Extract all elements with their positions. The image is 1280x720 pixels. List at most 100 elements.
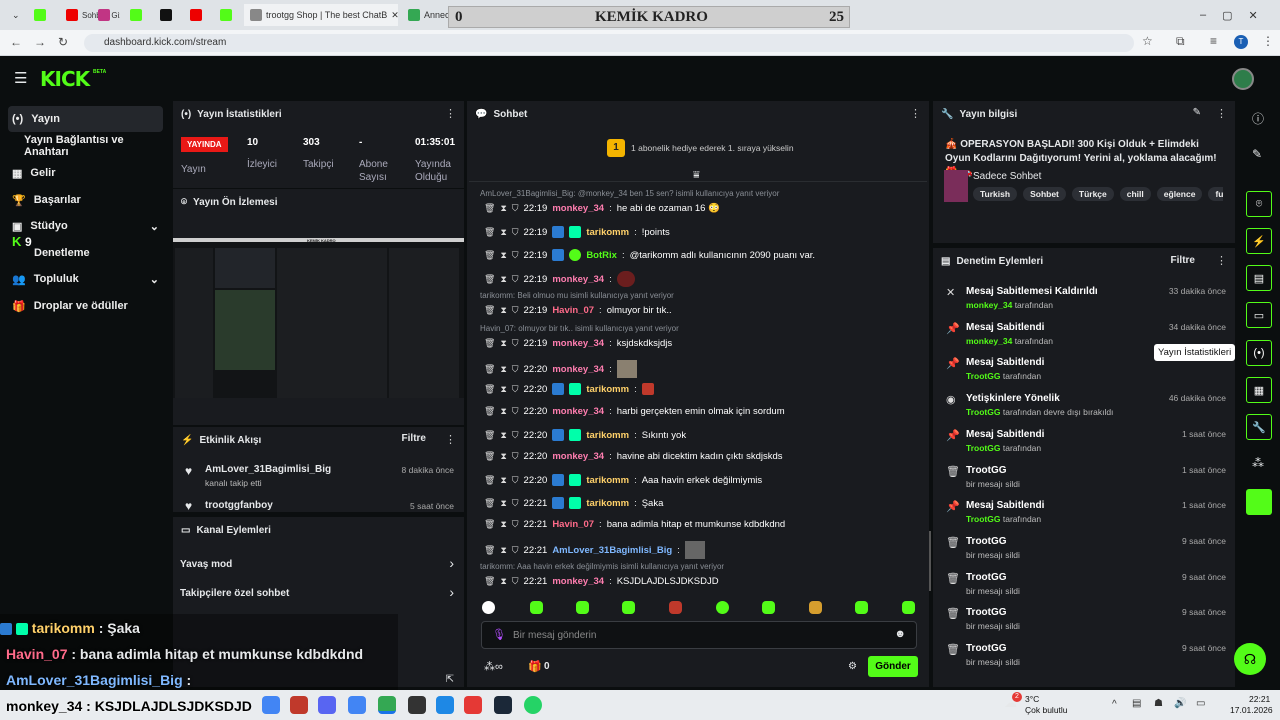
chat-message[interactable]: 🗑 ⧗ ⛉ 22:20 tarikomm: Sıkıntı yok: [484, 429, 686, 441]
emote-icon[interactable]: [902, 601, 915, 614]
ban-icon[interactable]: ⛉: [512, 250, 519, 261]
edit-pencil-icon[interactable]: ✎: [1252, 147, 1262, 161]
maximize-button[interactable]: ▢: [1222, 9, 1232, 22]
close-icon[interactable]: ✕: [391, 10, 398, 21]
browser-tab[interactable]: [154, 4, 182, 26]
emoji-picker-icon[interactable]: ☻: [894, 628, 906, 640]
sidebar-item-denetleme[interactable]: Denetleme: [8, 240, 163, 266]
kick-logo[interactable]: KICK: [40, 67, 90, 91]
reading-list-icon[interactable]: ≡: [1210, 34, 1217, 48]
sidebar-item-gelir[interactable]: ▦ Gelir: [8, 160, 163, 186]
timeout-icon[interactable]: ⧗: [500, 430, 506, 441]
edit-pencil-icon[interactable]: ✎: [1193, 107, 1201, 118]
chevron-right-icon[interactable]: ›: [449, 584, 454, 600]
trash-icon[interactable]: 🗑: [484, 545, 495, 556]
chat-settings-icon[interactable]: ⚙: [848, 661, 857, 672]
wrench-tool-button[interactable]: 🔧: [1246, 414, 1272, 440]
chat-input[interactable]: 🎙 Bir mesaj gönderin ☻: [481, 621, 917, 649]
chat-tool-button[interactable]: ▭: [1246, 302, 1272, 328]
chrome-taskbar-icon[interactable]: [378, 696, 396, 714]
more-options-icon[interactable]: ⋮: [1216, 107, 1227, 120]
emote-icon[interactable]: [669, 601, 682, 614]
trash-icon[interactable]: 🗑: [484, 203, 495, 214]
app-taskbar-icon[interactable]: [464, 696, 482, 714]
browser-tab-kick[interactable]: [28, 4, 58, 26]
moderation-filter-button[interactable]: Filtre: [1171, 255, 1195, 266]
external-link-icon[interactable]: ⇱: [446, 674, 454, 685]
chat-message[interactable]: 🗑 ⧗ ⛉ 22:19 Havin_07: olmuyor bir tık..: [484, 305, 672, 316]
ban-icon[interactable]: ⛉: [512, 227, 519, 238]
chat-message[interactable]: 🗑 ⧗ ⛉ 22:20 monkey_34:: [484, 360, 637, 378]
chat-message[interactable]: 🗑 ⧗ ⛉ 22:19 tarikomm: !points: [484, 226, 670, 238]
gift-sub-prompt[interactable]: 1 abonelik hediye ederek 1. sıraya yükse…: [631, 143, 794, 153]
ban-icon[interactable]: ⛉: [512, 406, 519, 417]
camera-tool-button[interactable]: ⌾: [1246, 191, 1272, 217]
chat-scrollbar[interactable]: [929, 531, 931, 591]
timeout-icon[interactable]: ⧗: [500, 250, 506, 261]
chat-message[interactable]: 🗑 ⧗ ⛉ 22:21 tarikomm: Şaka: [484, 497, 663, 509]
microphone-icon[interactable]: 🎙: [492, 628, 506, 641]
timeout-icon[interactable]: ⧗: [500, 384, 506, 395]
back-icon[interactable]: ←: [10, 35, 22, 49]
profile-avatar[interactable]: T: [1234, 35, 1248, 49]
tag[interactable]: Turkish: [973, 187, 1018, 201]
chat-message[interactable]: 🗑 ⧗ ⛉ 22:19 monkey_34: ksjdskdksjdjs: [484, 338, 672, 349]
app-taskbar-icon[interactable]: [290, 696, 308, 714]
ban-icon[interactable]: ⛉: [512, 475, 519, 486]
trash-icon[interactable]: 🗑: [484, 451, 495, 462]
more-options-icon[interactable]: ⋮: [1216, 254, 1227, 267]
clock-date[interactable]: 17.01.2026: [1230, 705, 1273, 715]
chrome-taskbar-icon[interactable]: [262, 696, 280, 714]
obs-taskbar-icon[interactable]: [408, 696, 426, 714]
trash-icon[interactable]: 🗑: [484, 576, 495, 587]
chat-message[interactable]: 🗑 ⧗ ⛉ 22:19 BotRix: @tarikomm adlı kullanıcın…: [484, 249, 815, 261]
integrations-icon[interactable]: ⁂: [1252, 456, 1264, 470]
app-tool-button[interactable]: [1246, 489, 1272, 515]
ban-icon[interactable]: ⛉: [512, 451, 519, 462]
timeout-icon[interactable]: ⧗: [500, 451, 506, 462]
emote-icon[interactable]: [576, 601, 589, 614]
ban-icon[interactable]: ⛉: [512, 545, 519, 556]
chat-message[interactable]: 🗑 ⧗ ⛉ 22:21 AmLover_31Bagimlisi_Big:: [484, 541, 705, 559]
stats-tool-button[interactable]: (•): [1246, 340, 1272, 366]
stream-preview-video[interactable]: KEMİK KADRO: [173, 238, 464, 398]
emote-icon[interactable]: [716, 601, 729, 614]
chrome-taskbar-icon[interactable]: [348, 696, 366, 714]
sidebar-item-topluluk[interactable]: 👥 Topluluk ⌄: [8, 266, 163, 292]
ban-icon[interactable]: ⛉: [512, 305, 519, 316]
chat-message[interactable]: 🗑 ⧗ ⛉ 22:20 tarikomm:: [484, 383, 654, 395]
ban-icon[interactable]: ⛉: [512, 338, 519, 349]
trash-icon[interactable]: 🗑: [484, 475, 495, 486]
emote-icon[interactable]: [762, 601, 775, 614]
tag[interactable]: Sohbet: [1023, 187, 1066, 201]
trash-icon[interactable]: 🗑: [484, 498, 495, 509]
tag[interactable]: funny: [1208, 187, 1223, 201]
user-avatar[interactable]: [1232, 68, 1254, 90]
activity-filter-button[interactable]: Filtre: [402, 433, 426, 444]
sidebar-item-droplar[interactable]: 🎁 Droplar ve ödüller: [8, 293, 163, 319]
bookmark-star-icon[interactable]: ☆: [1142, 34, 1153, 48]
more-options-icon[interactable]: ⋮: [910, 107, 921, 120]
trash-icon[interactable]: 🗑: [484, 364, 495, 375]
chat-message[interactable]: 🗑 ⧗ ⛉ 22:19 monkey_34: he abi de ozaman 16 😳: [484, 203, 720, 214]
whatsapp-taskbar-icon[interactable]: [524, 696, 542, 714]
ban-icon[interactable]: ⛉: [512, 430, 519, 441]
ban-icon[interactable]: ⛉: [512, 384, 519, 395]
support-headset-icon[interactable]: ☊: [1234, 643, 1266, 675]
trash-icon[interactable]: 🗑: [484, 227, 495, 238]
timeout-icon[interactable]: ⧗: [500, 498, 506, 509]
trash-icon[interactable]: 🗑: [484, 338, 495, 349]
info-icon[interactable]: ⓘ: [1252, 110, 1264, 127]
tag[interactable]: Türkçe: [1071, 187, 1114, 201]
sidebar-item-basarilar[interactable]: 🏆 Başarılar: [8, 187, 163, 213]
browser-tab[interactable]: [184, 4, 212, 26]
chat-message[interactable]: 🗑 ⧗ ⛉ 22:21 Havin_07: bana adimla hitap et mu…: [484, 519, 785, 530]
trash-icon[interactable]: 🗑: [484, 406, 495, 417]
emote-icon[interactable]: [809, 601, 822, 614]
timeout-icon[interactable]: ⧗: [500, 338, 506, 349]
timeout-icon[interactable]: ⧗: [500, 406, 506, 417]
browser-tab-trootgg[interactable]: trootgg Shop | The best ChatB ✕: [244, 4, 398, 26]
tab-list-button[interactable]: ⌄: [6, 4, 22, 26]
timeout-icon[interactable]: ⧗: [500, 274, 506, 285]
ban-icon[interactable]: ⛉: [512, 364, 519, 375]
